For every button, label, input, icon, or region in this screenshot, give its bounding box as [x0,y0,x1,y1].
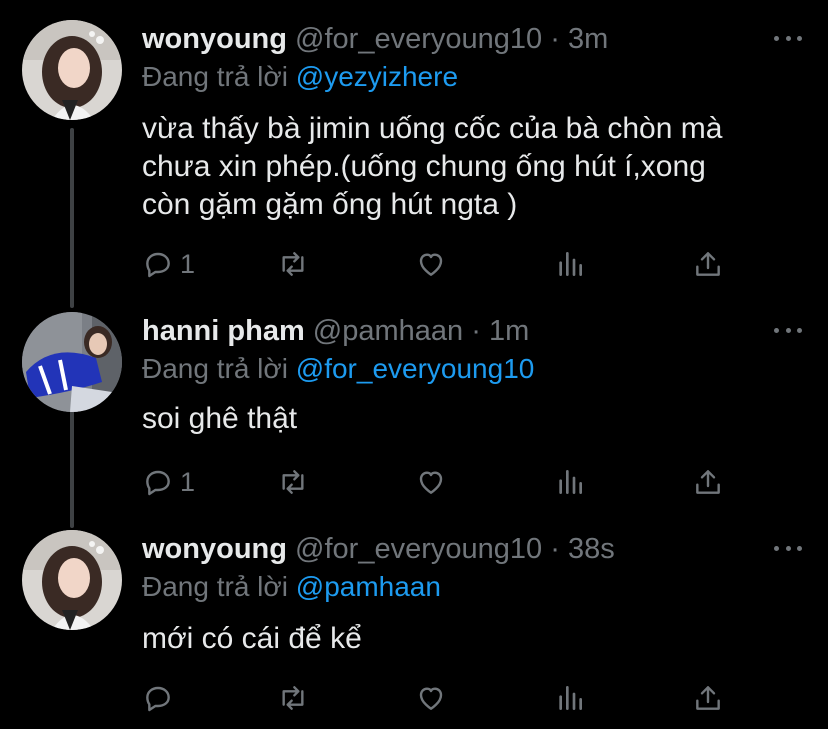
tweet[interactable]: hanni pham @pamhaan · 1m Đang trả lời @f… [0,312,828,512]
separator: · [471,315,481,347]
tweet-actions: 1 [142,246,742,282]
share-button[interactable] [692,680,724,716]
reply-context: Đang trả lời @yezyizhere [142,60,458,94]
tweet-actions [142,680,742,716]
tweet-text-line: chưa xin phép.(uống chung ống hút í,xong [142,150,706,183]
views-button[interactable] [554,464,586,500]
reply-count: 1 [180,248,196,279]
share-button[interactable] [692,464,724,500]
avatar[interactable] [22,312,122,412]
retweet-button[interactable] [277,680,309,716]
tweet-text-line: còn gặm gặm ống hút ngta ) [142,188,518,221]
retweet-icon [282,252,304,276]
reply-prefix: Đang trả lời [142,61,288,92]
like-button[interactable] [415,246,447,282]
more-icon[interactable] [774,28,802,48]
reply-context: Đang trả lời @for_everyoung10 [142,352,534,386]
like-button[interactable] [415,464,447,500]
tweet-text-line: vừa thấy bà jimin uống cốc của bà chòn m… [142,112,723,145]
tweet-text-line: soi ghê thật [142,402,298,435]
tweet-text: soi ghê thật [142,400,782,438]
reply-button[interactable] [142,680,180,716]
reply-prefix: Đang trả lời [142,571,288,602]
display-name[interactable]: wonyoung [142,533,287,565]
views-button[interactable] [554,680,586,716]
views-icon [559,470,582,494]
like-icon [419,471,443,494]
retweet-button[interactable] [277,246,309,282]
views-icon [559,252,582,276]
share-button[interactable] [692,246,724,282]
user-handle[interactable]: @pamhaan [313,315,463,347]
user-handle[interactable]: @for_everyoung10 [295,533,542,565]
tweet-text-line: mới có cái để kể [142,622,362,655]
share-icon [696,470,720,494]
tweet-text: vừa thấy bà jimin uống cốc của bà chòn m… [142,110,782,224]
reply-icon [146,252,170,278]
user-handle[interactable]: @for_everyoung10 [295,23,542,55]
like-icon [419,687,443,710]
tweet-actions: 1 [142,464,742,500]
mention-link[interactable]: @yezyizhere [296,61,458,92]
views-icon [559,686,582,710]
tweet-header: hanni pham @pamhaan · 1m [142,314,768,348]
tweet[interactable]: wonyoung @for_everyoung10 · 38s Đang trả… [0,530,828,729]
tweet-header: wonyoung @for_everyoung10 · 3m [142,22,768,56]
avatar[interactable] [22,20,122,120]
more-icon[interactable] [774,320,802,340]
reply-count: 1 [180,466,196,497]
reply-button[interactable]: 1 [142,246,195,282]
separator: · [550,533,560,565]
views-button[interactable] [554,246,586,282]
tweet-text: mới có cái để kể [142,620,782,658]
timestamp[interactable]: 1m [489,315,529,347]
display-name[interactable]: hanni pham [142,315,305,347]
mention-link[interactable]: @for_everyoung10 [296,353,535,384]
tweet[interactable]: wonyoung @for_everyoung10 · 3m Đang trả … [0,20,828,300]
timestamp[interactable]: 38s [568,533,615,565]
mention-link[interactable]: @pamhaan [296,571,441,602]
retweet-icon [282,686,304,710]
like-icon [419,253,443,276]
tweet-header: wonyoung @for_everyoung10 · 38s [142,532,768,566]
reply-icon [146,470,170,496]
reply-prefix: Đang trả lời [142,353,288,384]
share-icon [696,252,720,276]
reply-button[interactable]: 1 [142,464,195,500]
timestamp[interactable]: 3m [568,23,608,55]
retweet-button[interactable] [277,464,309,500]
reply-icon [146,686,170,712]
display-name[interactable]: wonyoung [142,23,287,55]
share-icon [696,686,720,710]
retweet-icon [282,470,304,494]
separator: · [550,23,560,55]
like-button[interactable] [415,680,447,716]
more-icon[interactable] [774,538,802,558]
avatar[interactable] [22,530,122,630]
reply-context: Đang trả lời @pamhaan [142,570,441,604]
